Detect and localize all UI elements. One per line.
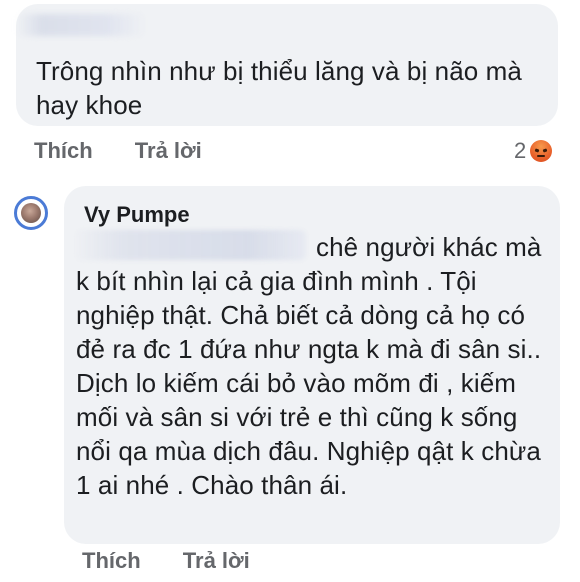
comment-2-text: chê người khác mà k bít nhìn lại cả gia … xyxy=(76,232,542,500)
like-button[interactable]: Thích xyxy=(82,548,141,574)
comments-thread: Trông nhìn như bị thiểu lăng và bị não m… xyxy=(0,0,580,582)
reaction-summary[interactable]: 2 xyxy=(514,138,553,164)
reaction-count: 2 xyxy=(514,138,527,163)
avatar-photo xyxy=(21,203,41,223)
angry-icon xyxy=(530,140,553,162)
comment-1-actions: Thích Trả lời xyxy=(34,138,238,164)
comment-1-text: Trông nhìn như bị thiểu lăng và bị não m… xyxy=(36,56,522,120)
comment-bubble-2: Vy Pumpe chê người khác mà k bít nhìn lạ… xyxy=(64,186,560,544)
reply-button[interactable]: Trả lời xyxy=(183,548,250,574)
comment-author-name[interactable]: Vy Pumpe xyxy=(84,202,190,228)
comment-bubble-1: Trông nhìn như bị thiểu lăng và bị não m… xyxy=(16,4,558,126)
avatar[interactable] xyxy=(14,196,48,230)
redacted-author-name xyxy=(16,14,146,36)
comment-2-actions: Thích Trả lời xyxy=(82,548,286,574)
reply-button[interactable]: Trả lời xyxy=(135,138,202,164)
like-button[interactable]: Thích xyxy=(34,138,93,164)
